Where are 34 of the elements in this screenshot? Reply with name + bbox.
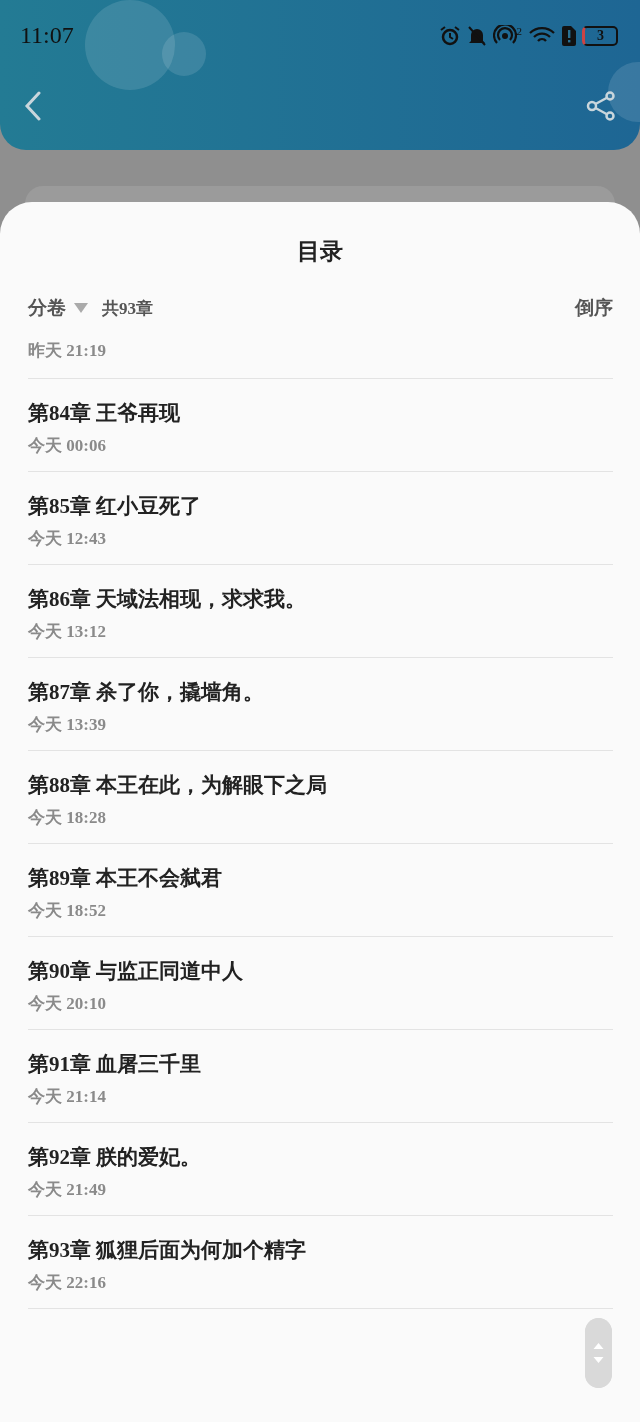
chapter-title[interactable]: 第84章 王爷再现 xyxy=(28,399,613,427)
chapter-time: 今天 13:12 xyxy=(28,621,107,643)
chapter-title[interactable]: 第88章 本王在此，为解眼下之局 xyxy=(28,771,613,799)
chapter-time: 今天 18:28 xyxy=(28,807,107,829)
chapter-time: 今天 18:52 xyxy=(28,900,107,922)
back-icon[interactable] xyxy=(24,91,42,121)
chapter-count: 共93章 xyxy=(102,297,153,320)
chapter-time: 今天 12:43 xyxy=(28,528,107,550)
chapter-title[interactable]: 第85章 红小豆死了 xyxy=(28,492,613,520)
chapter-time: 今天 21:49 xyxy=(28,1179,107,1201)
bell-muted-icon xyxy=(466,24,487,47)
sim-alert-icon xyxy=(562,25,576,46)
battery-indicator: 3 xyxy=(582,25,618,46)
chapter-title[interactable]: 第87章 杀了你，撬墙角。 xyxy=(28,678,613,706)
dropdown-icon[interactable] xyxy=(74,303,88,313)
chapter-title[interactable]: 第90章 与监正同道中人 xyxy=(28,957,613,985)
chapter-time: 今天 21:14 xyxy=(28,1086,107,1108)
status-time: 11:07 xyxy=(20,22,74,49)
chapter-time: 今天 22:16 xyxy=(28,1272,107,1294)
chapter-title[interactable]: 第93章 狐狸后面为何加个精字 xyxy=(28,1236,613,1264)
chapter-time: 今天 20:10 xyxy=(28,993,107,1015)
hotspot-count: 2 xyxy=(516,24,522,37)
chapter-title[interactable]: 第89章 本王不会弑君 xyxy=(28,864,613,892)
alarm-icon xyxy=(438,24,461,47)
chapter-title[interactable]: 第86章 天域法相现，求求我。 xyxy=(28,585,613,613)
chapter-time: 今天 00:06 xyxy=(28,435,107,457)
chapter-time: 昨天 21:19 xyxy=(28,340,107,362)
sheet-title: 目录 xyxy=(296,238,344,266)
sort-toggle[interactable]: 倒序 xyxy=(575,295,613,321)
volume-label[interactable]: 分卷 xyxy=(28,295,66,321)
chapter-title[interactable]: 第92章 朕的爱妃。 xyxy=(28,1143,613,1171)
chapter-title[interactable]: 第91章 血屠三千里 xyxy=(28,1050,613,1078)
chapter-time: 今天 13:39 xyxy=(28,714,107,736)
share-icon[interactable] xyxy=(586,91,616,121)
